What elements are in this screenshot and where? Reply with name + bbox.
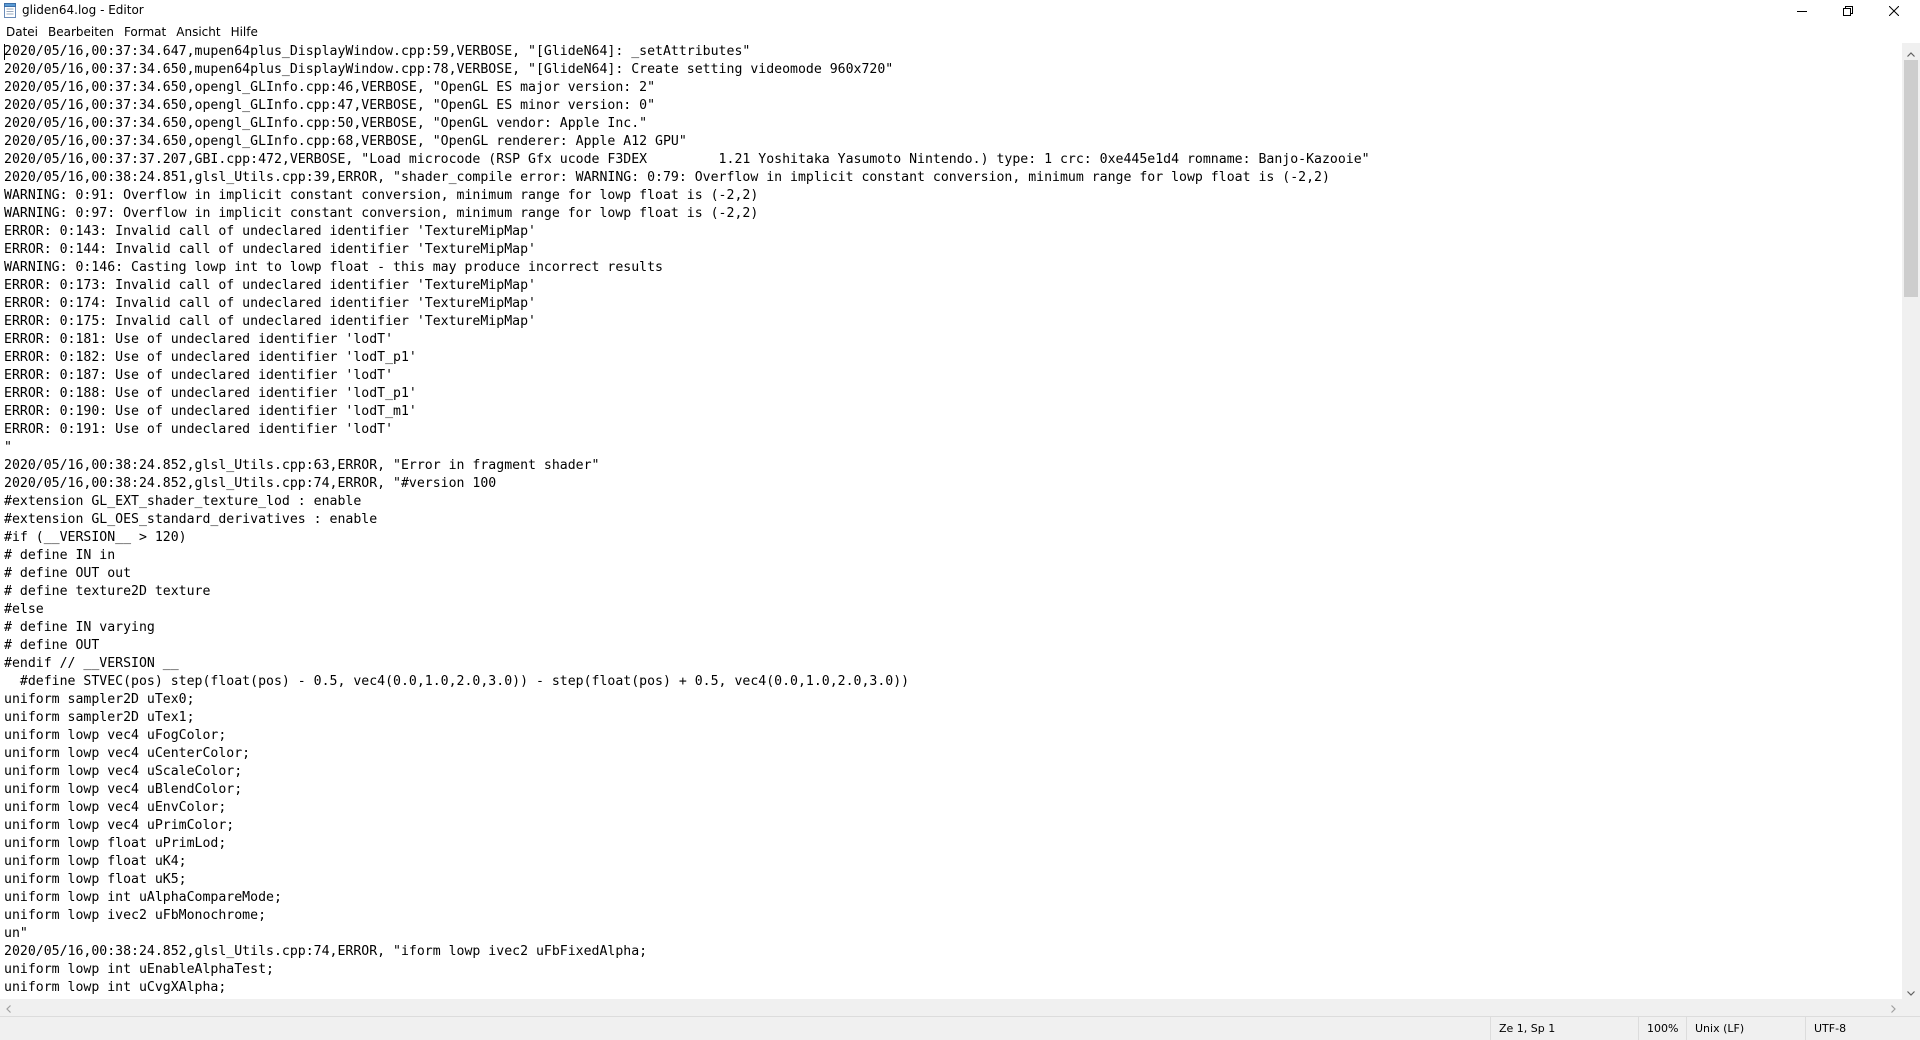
- notepad-window: gliden64.log - Editor Datei Bearbeiten F…: [0, 0, 1920, 1040]
- restore-icon: [1843, 6, 1853, 16]
- text-line[interactable]: uniform lowp int uEnableAlphaTest;: [4, 962, 274, 977]
- text-line[interactable]: # define OUT out: [4, 566, 131, 581]
- editor-content[interactable]: 2020/05/16,00:37:34.647,mupen64plus_Disp…: [0, 43, 1902, 997]
- text-line[interactable]: WARNING: 0:97: Overflow in implicit cons…: [4, 206, 758, 221]
- text-line[interactable]: #else: [4, 602, 44, 617]
- chevron-down-icon: [1907, 981, 1915, 1000]
- status-encoding: UTF-8: [1805, 1017, 1920, 1040]
- menu-datei[interactable]: Datei: [2, 23, 43, 41]
- close-icon: [1889, 6, 1899, 16]
- text-line[interactable]: 2020/05/16,00:37:34.650,opengl_GLInfo.cp…: [4, 134, 687, 149]
- text-line[interactable]: ERROR: 0:175: Invalid call of undeclared…: [4, 314, 536, 329]
- chevron-left-icon: [6, 998, 11, 1017]
- vertical-scrollbar[interactable]: [1902, 43, 1920, 999]
- text-caret: [4, 44, 5, 60]
- text-line[interactable]: uniform lowp vec4 uFogColor;: [4, 728, 226, 743]
- text-line[interactable]: ERROR: 0:143: Invalid call of undeclared…: [4, 224, 536, 239]
- text-line[interactable]: 2020/05/16,00:37:34.650,opengl_GLInfo.cp…: [4, 116, 647, 131]
- text-line[interactable]: 2020/05/16,00:37:34.650,mupen64plus_Disp…: [4, 62, 893, 77]
- text-line[interactable]: uniform sampler2D uTex1;: [4, 710, 195, 725]
- text-line[interactable]: 2020/05/16,00:38:24.852,glsl_Utils.cpp:7…: [4, 476, 496, 491]
- text-line[interactable]: ERROR: 0:144: Invalid call of undeclared…: [4, 242, 536, 257]
- window-title: gliden64.log - Editor: [22, 3, 144, 17]
- text-line[interactable]: WARNING: 0:146: Casting lowp int to lowp…: [4, 260, 663, 275]
- text-line[interactable]: # define texture2D texture: [4, 584, 210, 599]
- menu-hilfe[interactable]: Hilfe: [226, 23, 263, 41]
- text-editor[interactable]: 2020/05/16,00:37:34.647,mupen64plus_Disp…: [0, 43, 1902, 999]
- text-line[interactable]: 2020/05/16,00:37:34.650,opengl_GLInfo.cp…: [4, 98, 655, 113]
- text-line[interactable]: uniform lowp vec4 uCenterColor;: [4, 746, 250, 761]
- text-line[interactable]: #extension GL_EXT_shader_texture_lod : e…: [4, 494, 361, 509]
- close-button[interactable]: [1872, 0, 1916, 22]
- text-line[interactable]: # define IN in: [4, 548, 115, 563]
- status-cursor-position: Ze 1, Sp 1: [1490, 1017, 1638, 1040]
- text-line[interactable]: ERROR: 0:187: Use of undeclared identifi…: [4, 368, 393, 383]
- chevron-right-icon: [1891, 998, 1896, 1017]
- minimize-icon: [1797, 6, 1807, 16]
- text-line[interactable]: ERROR: 0:173: Invalid call of undeclared…: [4, 278, 536, 293]
- text-line[interactable]: 2020/05/16,00:38:24.852,glsl_Utils.cpp:6…: [4, 458, 599, 473]
- text-line[interactable]: WARNING: 0:91: Overflow in implicit cons…: [4, 188, 758, 203]
- text-line[interactable]: # define IN varying: [4, 620, 155, 635]
- status-bar: Ze 1, Sp 1 100% Unix (LF) UTF-8: [0, 1016, 1920, 1040]
- menu-ansicht[interactable]: Ansicht: [171, 23, 225, 41]
- scroll-down-button[interactable]: [1902, 982, 1920, 999]
- text-line[interactable]: uniform lowp ivec2 uFbMonochrome;: [4, 908, 266, 923]
- text-line[interactable]: un": [4, 926, 28, 941]
- scroll-up-button[interactable]: [1902, 43, 1920, 60]
- text-line[interactable]: ": [4, 440, 12, 455]
- text-line[interactable]: 2020/05/16,00:37:34.647,mupen64plus_Disp…: [4, 44, 750, 59]
- text-line[interactable]: uniform lowp int uAlphaCompareMode;: [4, 890, 282, 905]
- vertical-scroll-thumb[interactable]: [1904, 60, 1918, 297]
- status-line-ending: Unix (LF): [1686, 1017, 1805, 1040]
- text-line[interactable]: uniform lowp float uPrimLod;: [4, 836, 226, 851]
- menu-format[interactable]: Format: [119, 23, 171, 41]
- text-line[interactable]: #if (__VERSION__ > 120): [4, 530, 187, 545]
- text-line[interactable]: 2020/05/16,00:37:37.207,GBI.cpp:472,VERB…: [4, 152, 1370, 167]
- text-line[interactable]: 2020/05/16,00:38:24.851,glsl_Utils.cpp:3…: [4, 170, 1330, 185]
- scrollbar-corner: [1902, 999, 1920, 1016]
- menu-bar: Datei Bearbeiten Format Ansicht Hilfe: [0, 22, 1920, 42]
- text-line[interactable]: ERROR: 0:182: Use of undeclared identifi…: [4, 350, 417, 365]
- menu-bearbeiten[interactable]: Bearbeiten: [43, 23, 119, 41]
- text-line[interactable]: uniform lowp int uCvgXAlpha;: [4, 980, 226, 995]
- text-line[interactable]: ERROR: 0:188: Use of undeclared identifi…: [4, 386, 417, 401]
- text-line[interactable]: #endif // __VERSION __: [4, 656, 179, 671]
- minimize-button[interactable]: [1780, 0, 1824, 22]
- text-line[interactable]: uniform lowp vec4 uScaleColor;: [4, 764, 242, 779]
- restore-button[interactable]: [1826, 0, 1870, 22]
- text-line[interactable]: ERROR: 0:181: Use of undeclared identifi…: [4, 332, 393, 347]
- title-bar[interactable]: gliden64.log - Editor: [0, 0, 1920, 22]
- text-line[interactable]: # define OUT: [4, 638, 99, 653]
- text-line[interactable]: uniform lowp vec4 uBlendColor;: [4, 782, 242, 797]
- text-line[interactable]: uniform sampler2D uTex0;: [4, 692, 195, 707]
- text-line[interactable]: uniform lowp vec4 uEnvColor;: [4, 800, 226, 815]
- scroll-left-button[interactable]: [0, 999, 17, 1016]
- scroll-right-button[interactable]: [1885, 999, 1902, 1016]
- text-line[interactable]: 2020/05/16,00:38:24.852,glsl_Utils.cpp:7…: [4, 944, 647, 959]
- text-line[interactable]: ERROR: 0:174: Invalid call of undeclared…: [4, 296, 536, 311]
- text-line[interactable]: #define STVEC(pos) step(float(pos) - 0.5…: [4, 674, 909, 689]
- text-line[interactable]: #extension GL_OES_standard_derivatives :…: [4, 512, 377, 527]
- chevron-up-icon: [1907, 42, 1915, 61]
- notepad-icon: [4, 3, 16, 18]
- text-line[interactable]: 2020/05/16,00:37:34.650,opengl_GLInfo.cp…: [4, 80, 655, 95]
- status-zoom: 100%: [1638, 1017, 1686, 1040]
- text-line[interactable]: uniform lowp float uK5;: [4, 872, 187, 887]
- text-line[interactable]: ERROR: 0:191: Use of undeclared identifi…: [4, 422, 393, 437]
- horizontal-scrollbar[interactable]: [0, 999, 1902, 1016]
- text-line[interactable]: uniform lowp vec4 uPrimColor;: [4, 818, 234, 833]
- text-line[interactable]: uniform lowp float uK4;: [4, 854, 187, 869]
- text-line[interactable]: ERROR: 0:190: Use of undeclared identifi…: [4, 404, 417, 419]
